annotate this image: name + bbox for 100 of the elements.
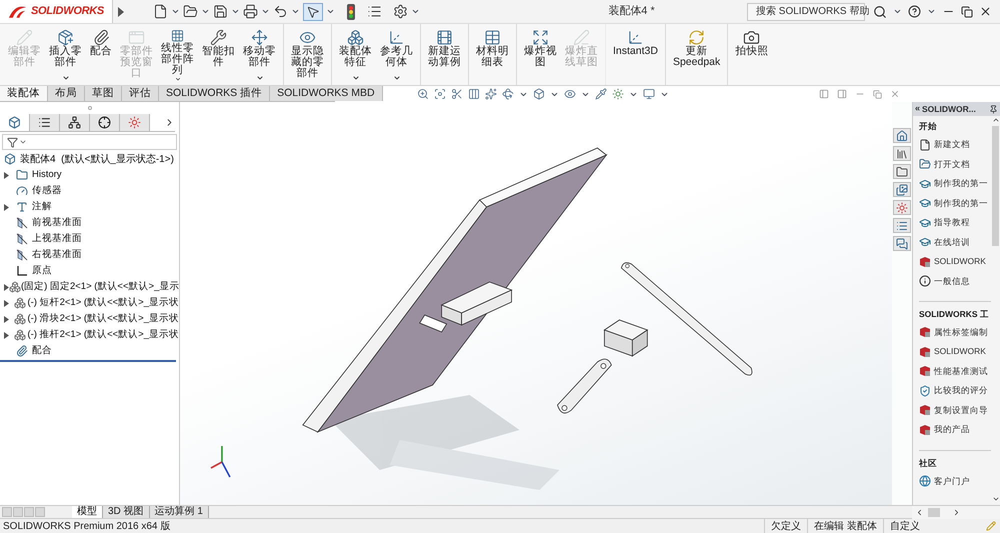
task-pane-link[interactable]: 客户门户 [934, 474, 970, 488]
expand-arrow-icon[interactable] [4, 172, 9, 178]
bottom-tab[interactable]: 模型 [72, 506, 103, 518]
close-icon[interactable] [979, 5, 992, 18]
command-tab[interactable]: SOLIDWORKS MBD [270, 86, 383, 101]
caret-icon[interactable] [62, 74, 70, 82]
command-tab[interactable]: SOLIDWORKS 插件 [159, 86, 270, 101]
tree-item[interactable]: (-) 推杆2<1> (默认<<默认>_显示状 [27, 328, 179, 342]
task-pane-link[interactable]: SOLIDWORK [934, 345, 986, 358]
ribbon-button[interactable]: Instant3D [609, 24, 666, 85]
caret-icon[interactable] [201, 7, 210, 16]
pipette-icon[interactable] [595, 88, 607, 100]
panel-left-icon[interactable] [819, 89, 829, 99]
library-icon[interactable] [896, 148, 908, 160]
scroll-thumb[interactable] [992, 126, 999, 246]
panel-tab[interactable] [30, 114, 60, 131]
file-icon[interactable] [153, 4, 168, 19]
caret-icon[interactable] [411, 7, 420, 16]
search-icon[interactable] [873, 4, 887, 18]
caret-icon[interactable] [231, 7, 240, 16]
scroll-left-icon[interactable] [915, 508, 924, 517]
scroll-up-icon[interactable] [992, 116, 1000, 124]
task-pane-link[interactable]: 在线培训 [934, 236, 970, 248]
printer-icon[interactable] [243, 4, 258, 19]
monitor-icon[interactable] [643, 88, 655, 100]
caret-icon[interactable] [352, 74, 360, 82]
ribbon-button[interactable]: 插入零 部件 [45, 24, 86, 85]
appearance-icon[interactable] [896, 202, 908, 214]
ribbon-button[interactable]: 材料明 细表 [472, 24, 517, 85]
home-icon[interactable] [896, 130, 908, 142]
columns-icon[interactable] [468, 88, 480, 100]
caret-icon[interactable] [392, 74, 400, 82]
ribbon-button[interactable]: 装配体 特征 [335, 24, 376, 85]
expand-arrow-icon[interactable] [4, 300, 9, 306]
scroll-right-icon[interactable] [952, 508, 961, 517]
folder-icon[interactable] [896, 166, 908, 178]
grip-icon[interactable] [88, 106, 92, 110]
expand-arrow-icon[interactable] [4, 284, 9, 290]
tree-item[interactable]: 注解 [32, 200, 52, 214]
caret-icon[interactable] [171, 7, 180, 16]
cube-icon[interactable] [533, 88, 545, 100]
scene-icon[interactable] [612, 88, 624, 100]
ribbon-button[interactable]: 参考几 何体 [376, 24, 421, 85]
caret-icon[interactable] [893, 7, 902, 16]
task-pane-link[interactable]: 性能基准测试 [934, 364, 988, 378]
tree-item[interactable]: 原点 [32, 264, 52, 278]
chat-icon[interactable] [896, 238, 908, 250]
zoom-icon[interactable] [417, 88, 429, 100]
logo[interactable]: SOLIDWORKS [0, 0, 113, 23]
caret-icon[interactable] [927, 7, 936, 16]
select-button[interactable] [303, 2, 323, 20]
caret-icon[interactable] [291, 7, 300, 16]
filter-field[interactable] [2, 134, 177, 150]
expand-arrow-icon[interactable] [4, 204, 9, 210]
task-pane-link[interactable]: 一般信息 [934, 274, 970, 288]
focus-icon[interactable] [434, 88, 446, 100]
folder-open-icon[interactable] [183, 4, 198, 19]
task-pane-link[interactable]: 比较我的评分 [934, 384, 988, 398]
eye-icon[interactable] [564, 88, 576, 100]
command-tab[interactable]: 装配体 [0, 86, 48, 101]
task-pane-link[interactable]: 复制设置向导 [934, 404, 988, 417]
caret-icon[interactable] [256, 74, 264, 82]
tree-root[interactable]: 装配体4 (默认<默认_显示状态-1>) [20, 152, 174, 166]
scissors-icon[interactable] [451, 88, 463, 100]
images-icon[interactable] [896, 184, 908, 196]
sparkles-icon[interactable] [485, 88, 497, 100]
collapse-arrows[interactable]: « [915, 102, 920, 116]
panel-tab[interactable] [60, 114, 90, 131]
panel-right-icon[interactable] [837, 89, 847, 99]
tree-item[interactable]: 上视基准面 [32, 232, 82, 246]
caret-icon[interactable] [174, 76, 182, 82]
ribbon-button[interactable]: 配合 [86, 24, 116, 85]
restore-icon[interactable] [961, 6, 973, 18]
tree-item[interactable]: 前视基准面 [32, 216, 82, 230]
ribbon-button[interactable]: 线性零 部件阵 列 [157, 24, 198, 85]
task-pane-link[interactable]: 制作我的第一 [934, 196, 988, 210]
bottom-tab[interactable]: 3D 视图 [103, 506, 150, 518]
command-tab[interactable]: 布局 [48, 86, 85, 101]
task-pane-link[interactable]: 指导教程 [934, 216, 970, 229]
ribbon-button[interactable]: 拍快照 [731, 24, 772, 85]
expand-arrow-icon[interactable] [4, 316, 9, 322]
caret-icon[interactable] [261, 7, 270, 16]
scroll-down-icon[interactable] [992, 495, 1000, 503]
traffic-light-icon[interactable] [346, 4, 356, 20]
tree-item[interactable]: 右视基准面 [32, 248, 82, 262]
tree-item[interactable]: (-) 短杆2<1> (默认<<默认>_显示状 [27, 296, 179, 310]
expand-arrow-icon[interactable] [4, 332, 9, 338]
ribbon-button[interactable]: 智能扣 件 [198, 24, 239, 85]
rotate-icon[interactable] [502, 88, 514, 100]
undo-icon[interactable] [273, 4, 288, 19]
task-pane-link[interactable]: 制作我的第一 [934, 177, 988, 190]
panel-tab[interactable] [90, 114, 120, 131]
command-tab[interactable]: 草图 [85, 86, 122, 101]
task-pane-link[interactable]: 打开文档 [934, 158, 970, 170]
settings-icon[interactable] [393, 4, 408, 19]
scroll-thumb[interactable] [928, 508, 940, 517]
save-icon[interactable] [213, 4, 228, 19]
help-icon[interactable] [908, 5, 921, 18]
tree-item[interactable]: 配合 [32, 344, 52, 358]
caret-icon[interactable] [326, 7, 335, 16]
